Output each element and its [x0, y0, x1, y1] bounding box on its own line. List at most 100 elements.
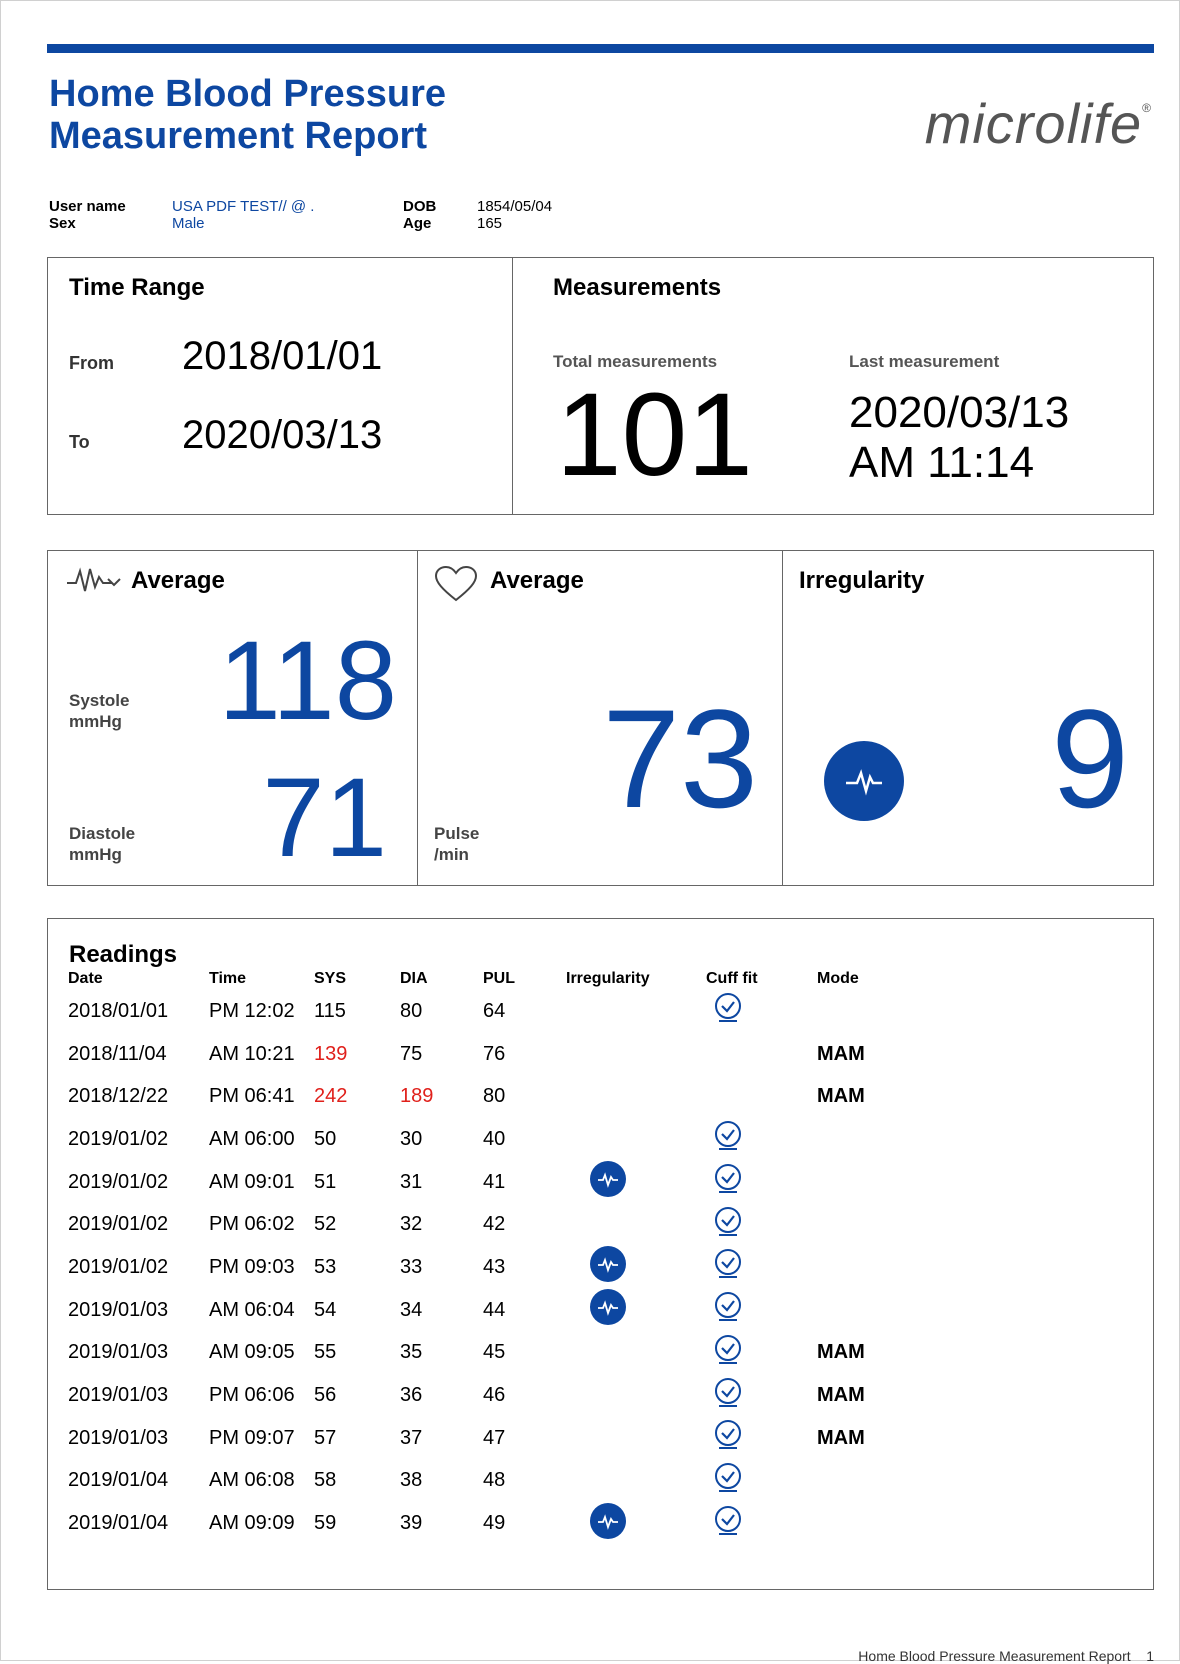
cuff-fit-check-icon	[706, 1505, 744, 1542]
reading-cuff-fit	[706, 1203, 817, 1246]
table-row: 2019/01/02 AM 09:01 51 31 41	[68, 1161, 897, 1204]
column-header: Irregularity	[566, 970, 650, 987]
reading-dia: 38	[400, 1469, 423, 1492]
reading-mode: MAM	[817, 1085, 865, 1108]
readings-header-row: Date Time SYS DIA PUL Irregularity Cuff fit Mod…	[68, 968, 897, 990]
reading-time: AM 06:04	[209, 1298, 295, 1321]
cuff-fit-check-icon	[706, 1249, 744, 1285]
cuff-fit-check-icon	[706, 1377, 744, 1414]
header-accent-bar	[47, 44, 1154, 53]
reading-date: 2019/01/03	[68, 1384, 169, 1407]
reading-time: PM 06:41	[209, 1085, 295, 1108]
pulse-average-panel: Average Pulse /min 73	[417, 550, 783, 886]
measurements-heading: Measurements	[553, 274, 722, 301]
heart-icon	[434, 565, 478, 608]
reading-date: 2019/01/02	[68, 1255, 169, 1278]
table-row: 2019/01/04 AM 09:09 59 39 49	[68, 1502, 897, 1545]
reading-cuff-fit	[706, 990, 817, 1033]
report-title-line1: Home Blood Pressure	[49, 73, 446, 115]
dob-age-labels: DOB Age	[403, 198, 436, 232]
reading-dia: 39	[400, 1512, 423, 1535]
reading-sys: 57	[314, 1426, 337, 1449]
total-measurements-value: 101	[556, 369, 753, 501]
irregular-heartbeat-icon	[566, 1246, 626, 1287]
time-range-heading: Time Range	[69, 274, 205, 301]
reading-time: AM 06:08	[209, 1469, 295, 1492]
pulse-unit: /min	[434, 845, 469, 864]
table-row: 2019/01/03 PM 06:06 56 36 46 MAM	[68, 1374, 897, 1417]
sex-label: Sex	[49, 215, 76, 232]
reading-sys: 242	[314, 1085, 348, 1108]
last-measurement-label: Last measurement	[849, 352, 1000, 371]
column-header: DIA	[400, 970, 428, 987]
cuff-fit-check-icon	[706, 1462, 744, 1499]
systole-unit: mmHg	[69, 712, 122, 731]
table-row: 2019/01/02 PM 09:03 53 33 43	[68, 1246, 897, 1289]
readings-table: Date Time SYS DIA PUL Irregularity Cuff fit Mod…	[68, 968, 897, 1545]
column-header: Mode	[817, 970, 859, 987]
reading-pul: 40	[483, 1127, 506, 1150]
reading-mode: MAM	[817, 1384, 865, 1407]
diastole-label: Diastole mmHg	[69, 823, 135, 865]
pulse-wave-icon	[66, 565, 124, 600]
reading-pul: 80	[483, 1085, 506, 1108]
reading-dia: 31	[400, 1170, 423, 1193]
last-measurement-date: 2020/03/13	[849, 388, 1070, 437]
reading-pul: 48	[483, 1469, 506, 1492]
reading-cuff-fit	[706, 1460, 817, 1503]
reading-pul: 45	[483, 1341, 506, 1364]
reading-cuff-fit	[706, 1332, 817, 1375]
reading-cuff-fit	[706, 1502, 817, 1545]
reading-dia: 80	[400, 999, 423, 1022]
reading-dia: 36	[400, 1384, 423, 1407]
diastole-unit: mmHg	[69, 845, 122, 864]
reading-pul: 42	[483, 1213, 506, 1236]
reading-date: 2019/01/02	[68, 1213, 169, 1236]
column-header: SYS	[314, 970, 347, 987]
report-title: Home Blood Pressure Measurement Report	[49, 73, 446, 157]
systole-average-value: 118	[218, 618, 397, 743]
reading-pul: 46	[483, 1384, 506, 1407]
table-row: 2019/01/02 AM 06:00 50 30 40	[68, 1118, 897, 1161]
reading-sys: 53	[314, 1255, 337, 1278]
reading-cuff-fit	[706, 1118, 817, 1161]
reading-dia: 34	[400, 1298, 423, 1321]
from-label: From	[69, 353, 114, 373]
reading-irregularity	[566, 1033, 706, 1076]
from-date: 2018/01/01	[182, 334, 383, 378]
bp-average-heading: Average	[131, 567, 225, 594]
reading-time: PM 12:02	[209, 999, 295, 1022]
dob-label: DOB	[403, 198, 437, 215]
reading-mode	[817, 1246, 897, 1289]
reading-irregularity	[566, 1075, 706, 1118]
reading-sys: 59	[314, 1512, 337, 1535]
cuff-fit-check-icon	[706, 1334, 744, 1371]
reading-mode	[817, 1502, 897, 1545]
reading-cuff-fit	[706, 1161, 817, 1204]
pulse-average-value: 73	[602, 680, 758, 837]
reading-pul: 41	[483, 1170, 506, 1193]
reading-cuff-fit	[706, 1417, 817, 1460]
reading-sys: 56	[314, 1384, 337, 1407]
table-row: 2019/01/02 PM 06:02 52 32 42	[68, 1203, 897, 1246]
reading-date: 2019/01/03	[68, 1341, 169, 1364]
reading-sys: 139	[314, 1042, 348, 1065]
table-row: 2019/01/03 AM 09:05 55 35 45 MAM	[68, 1332, 897, 1375]
irregular-heartbeat-icon	[566, 1502, 626, 1544]
table-row: 2019/01/03 AM 06:04 54 34 44	[68, 1289, 897, 1332]
reading-cuff-fit	[706, 1374, 817, 1417]
reading-mode	[817, 990, 897, 1033]
sex-value: Male	[172, 215, 205, 232]
reading-irregularity	[566, 1161, 706, 1204]
cuff-fit-check-icon	[706, 1206, 744, 1243]
reading-mode	[817, 1203, 897, 1246]
reading-mode	[817, 1161, 897, 1204]
column-header: Time	[209, 970, 247, 987]
cuff-fit-check-icon	[706, 1121, 744, 1157]
irregularity-count-value: 9	[1051, 680, 1129, 837]
reading-date: 2019/01/03	[68, 1298, 169, 1321]
page-number: 1	[1146, 1648, 1154, 1664]
dob-value: 1854/05/04	[477, 198, 553, 215]
reading-dia: 30	[400, 1127, 423, 1150]
irregular-heartbeat-icon	[824, 741, 904, 821]
